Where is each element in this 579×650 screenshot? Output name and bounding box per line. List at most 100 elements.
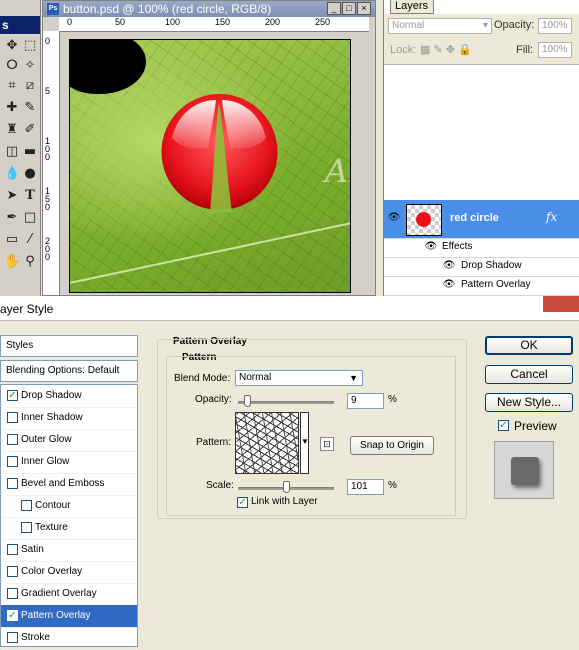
style-checkbox[interactable] [21,522,32,533]
styles-header[interactable]: Styles [0,335,138,357]
brush-icon[interactable]: ✎ [22,100,38,116]
red-circle-button-graphic[interactable] [158,90,280,215]
style-checkbox[interactable] [7,544,18,555]
lock-icons[interactable]: ▦ ✎ ✥ 🔒 [420,43,472,56]
snap-to-origin-button[interactable]: Snap to Origin [350,436,434,455]
eye-icon[interactable]: 👁 [387,212,401,224]
eye-icon[interactable]: 👁 [442,260,456,272]
gradient-icon[interactable]: ▬ [22,144,38,160]
type-icon[interactable]: T [22,188,38,204]
pen-icon[interactable]: ✒ [4,210,20,226]
dialog-close-button[interactable] [543,296,579,312]
maximize-button[interactable]: □ [342,2,356,15]
opacity-input[interactable]: 9 [347,393,384,409]
style-label: Color Overlay [21,566,83,577]
pattern-label: Pattern: [196,437,232,448]
style-label: Bevel and Emboss [21,478,105,489]
clone-stamp-icon[interactable]: ♜ [4,122,20,138]
style-label: Contour [35,500,71,511]
marquee-icon[interactable]: ⬚ [22,38,38,54]
layer-style-dialog: ayer Style Styles Blending Options: Defa… [0,296,579,650]
style-checkbox[interactable] [7,456,18,467]
effect-row-drop-shadow[interactable]: 👁 Drop Shadow [384,257,579,277]
style-checkbox[interactable] [7,434,18,445]
crop-icon[interactable]: ⌗ [4,78,20,94]
blending-options-item[interactable]: Blending Options: Default [0,360,138,382]
style-label: Texture [35,522,68,533]
style-checkbox[interactable] [7,566,18,577]
style-item-inner-glow[interactable]: Inner Glow [1,451,137,474]
style-item-color-overlay[interactable]: Color Overlay [1,561,137,584]
style-item-inner-shadow[interactable]: Inner Shadow [1,407,137,430]
healing-brush-icon[interactable]: ✚ [4,100,20,116]
style-item-pattern-overlay[interactable]: ✓ Pattern Overlay [1,605,137,628]
eyedropper-icon[interactable]: ⁄ [22,232,38,248]
style-label: Outer Glow [21,434,72,445]
layer-fill-field[interactable]: 100% [538,42,572,58]
link-with-layer-checkbox[interactable]: ✓ [237,497,248,508]
scale-slider-thumb[interactable] [283,481,290,493]
opacity-slider-track[interactable] [238,401,334,404]
dodge-icon[interactable]: ● [22,166,38,182]
tab-layers[interactable]: Layers [390,0,434,14]
zoom-icon[interactable]: ⚲ [22,254,38,270]
dialog-titlebar[interactable]: ayer Style [0,296,579,321]
style-item-drop-shadow[interactable]: ✓ Drop Shadow [1,385,137,408]
blend-mode-select[interactable]: Normal ▼ [235,370,363,386]
style-item-satin[interactable]: Satin [1,539,137,562]
layer-row-red-circle[interactable]: 👁 red circle fx [384,200,579,239]
effect-row-pattern-overlay[interactable]: 👁 Pattern Overlay [384,276,579,296]
new-preset-icon[interactable]: ⊡ [320,437,334,451]
dialog-title: ayer Style [0,302,54,316]
style-checkbox[interactable]: ✓ [7,610,18,621]
ok-button[interactable]: OK [485,336,573,355]
lasso-icon[interactable]: ⵔ [4,58,20,74]
pattern-picker-arrow[interactable]: ▼ [300,412,309,474]
document-titlebar[interactable]: Ps button.psd @ 100% (red circle, RGB/8)… [43,1,375,17]
path-select-icon[interactable]: ➤ [4,188,20,204]
layers-palette: Layers Normal ▾ Opacity: 100% Lock: ▦ ✎ … [383,0,579,296]
eye-icon[interactable]: 👁 [424,241,438,253]
eraser-icon[interactable]: ◫ [4,144,20,160]
layer-blend-mode-select[interactable]: Normal ▾ [388,18,492,34]
ruler-tick-label: 1 5 0 [45,186,51,212]
fx-icon[interactable]: fx [546,210,557,224]
layer-effects-row[interactable]: 👁 Effects [384,238,579,258]
eye-icon[interactable]: 👁 [442,279,456,291]
effects-label: Effects [442,241,473,252]
close-button[interactable]: × [357,2,371,15]
style-checkbox[interactable] [21,500,32,511]
scale-label: Scale: [206,480,234,491]
notes-icon[interactable]: ▭ [4,232,20,248]
minimize-button[interactable]: _ [327,2,341,15]
blend-mode-value: Normal [239,372,272,383]
layer-fill-label: Fill: [516,44,534,56]
style-checkbox[interactable] [7,478,18,489]
new-style-button[interactable]: New Style... [485,393,573,412]
style-checkbox[interactable] [7,588,18,599]
style-item-texture[interactable]: Texture [1,517,137,540]
blur-icon[interactable]: 💧 [4,166,20,182]
history-brush-icon[interactable]: ✐ [22,122,38,138]
style-checkbox[interactable] [7,632,18,643]
style-checkbox[interactable] [7,412,18,423]
hand-icon[interactable]: ✋ [4,254,20,270]
magic-wand-icon[interactable]: ✧ [22,58,38,74]
pattern-swatch[interactable] [235,412,299,474]
shape-icon[interactable]: □ [22,210,38,226]
slice-icon[interactable]: ⧄ [22,78,38,94]
style-label: Inner Glow [21,456,70,467]
layer-opacity-field[interactable]: 100% [538,18,572,34]
style-checkbox[interactable]: ✓ [7,390,18,401]
style-item-outer-glow[interactable]: Outer Glow [1,429,137,452]
cancel-button[interactable]: Cancel [485,365,573,384]
move-icon[interactable]: ✥ [4,38,20,54]
style-item-bevel-and-emboss[interactable]: Bevel and Emboss [1,473,137,496]
image-canvas[interactable]: Alfoart.com [69,39,351,293]
scale-input[interactable]: 101 [347,479,384,495]
ruler-tick-label: 100 [165,17,181,27]
style-item-gradient-overlay[interactable]: Gradient Overlay [1,583,137,606]
preview-checkbox[interactable]: ✓ [498,420,509,431]
style-item-contour[interactable]: Contour [1,495,137,518]
opacity-slider-thumb[interactable] [244,395,251,407]
